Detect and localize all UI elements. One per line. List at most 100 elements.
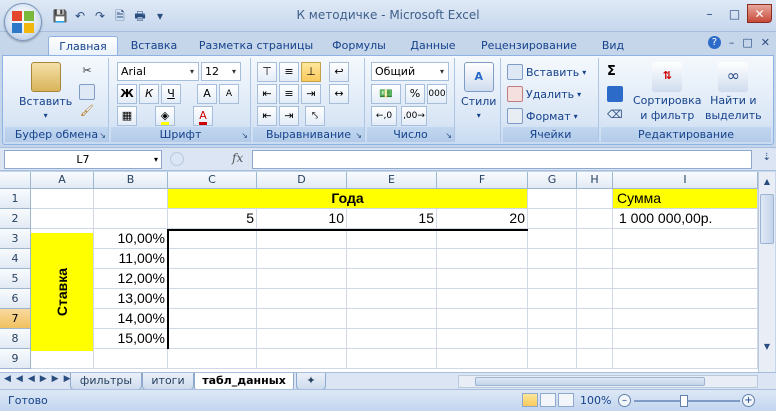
cell-e5[interactable] xyxy=(347,269,437,289)
minimize-button[interactable]: – xyxy=(697,4,722,23)
cell-d6[interactable] xyxy=(257,289,347,309)
cell-c3[interactable] xyxy=(168,229,257,249)
align-center-button[interactable]: ≡ xyxy=(279,84,299,104)
align-bottom-button[interactable]: ⊥ xyxy=(301,62,321,82)
year-cell[interactable]: 20 xyxy=(437,209,528,229)
cell-g9[interactable] xyxy=(528,349,577,369)
row-header-8[interactable]: 8 xyxy=(0,329,31,349)
rate-cell[interactable]: 15,00% xyxy=(94,329,168,349)
cell-h3[interactable] xyxy=(577,229,613,249)
paste-button[interactable]: Вставить ▾ xyxy=(19,62,72,120)
underline-button[interactable]: Ч xyxy=(161,84,181,104)
cell-h7[interactable] xyxy=(577,309,613,329)
wrap-text-button[interactable]: ↩ xyxy=(329,62,349,82)
zoom-level[interactable]: 100% xyxy=(580,394,611,407)
clear-icon[interactable]: ⌫ xyxy=(607,108,623,124)
cell-d5[interactable] xyxy=(257,269,347,289)
formula-bar-splitter-icon[interactable] xyxy=(170,152,184,166)
cell-h8[interactable] xyxy=(577,329,613,349)
column-header-b[interactable]: B xyxy=(94,172,168,189)
cell-b1[interactable] xyxy=(94,189,168,209)
years-title-cell[interactable]: Года xyxy=(168,189,528,209)
column-header-g[interactable]: G xyxy=(528,172,577,189)
orientation-button[interactable]: ⤣ xyxy=(305,106,325,126)
rate-cell[interactable]: 13,00% xyxy=(94,289,168,309)
zoom-slider-thumb[interactable] xyxy=(680,395,688,407)
cell-c6[interactable] xyxy=(168,289,257,309)
cell-g5[interactable] xyxy=(528,269,577,289)
year-cell[interactable]: 5 xyxy=(168,209,257,229)
tab-review[interactable]: Рецензирование xyxy=(474,36,584,56)
select-all-corner[interactable] xyxy=(0,172,31,189)
tab-formulas[interactable]: Формулы xyxy=(326,36,392,56)
cell-g3[interactable] xyxy=(528,229,577,249)
cell-f9[interactable] xyxy=(437,349,528,369)
align-left-button[interactable]: ⇤ xyxy=(257,84,277,104)
font-launcher-icon[interactable]: ↘ xyxy=(241,131,248,140)
scroll-down-icon[interactable]: ▼ xyxy=(760,339,774,354)
ribbon-minimize-icon[interactable]: – xyxy=(729,36,735,49)
cell-f4[interactable] xyxy=(437,249,528,269)
sheet-tab-filters[interactable]: фильтры xyxy=(70,373,142,390)
cell-e6[interactable] xyxy=(347,289,437,309)
cell-f6[interactable] xyxy=(437,289,528,309)
row-header-7[interactable]: 7 xyxy=(0,309,31,329)
merge-center-button[interactable]: ↔ xyxy=(329,84,349,104)
cell-i4[interactable] xyxy=(613,249,758,269)
fill-color-button[interactable]: ◈ xyxy=(155,106,175,126)
cell-d9[interactable] xyxy=(257,349,347,369)
cell-f8[interactable] xyxy=(437,329,528,349)
cell-c4[interactable] xyxy=(168,249,257,269)
cell-a9[interactable] xyxy=(31,349,94,369)
cell-h9[interactable] xyxy=(577,349,613,369)
increase-decimal-button[interactable]: ←,0 xyxy=(371,106,397,126)
column-header-h[interactable]: H xyxy=(577,172,613,189)
rate-cell[interactable]: 10,00% xyxy=(94,229,168,249)
autosum-icon[interactable]: Σ xyxy=(607,64,623,80)
format-painter-icon[interactable]: 🖌 xyxy=(79,104,95,120)
sheet-nav-icons[interactable]: ◀◀◀▶▶▶ xyxy=(4,374,76,384)
thousands-button[interactable]: 000 xyxy=(427,84,447,104)
cell-e9[interactable] xyxy=(347,349,437,369)
cell-i8[interactable] xyxy=(613,329,758,349)
help-icon[interactable]: ? xyxy=(707,36,721,49)
cell-d7[interactable] xyxy=(257,309,347,329)
cell-i5[interactable] xyxy=(613,269,758,289)
alignment-launcher-icon[interactable]: ↘ xyxy=(355,131,362,140)
page-layout-view-button[interactable] xyxy=(540,393,556,407)
cell-g2[interactable] xyxy=(528,209,577,229)
vertical-scrollbar[interactable]: ▲ ▼ xyxy=(758,172,775,372)
bold-button[interactable]: Ж xyxy=(117,84,137,104)
ribbon-close-icon[interactable]: ✕ xyxy=(761,36,770,49)
cell-i6[interactable] xyxy=(613,289,758,309)
cell-h5[interactable] xyxy=(577,269,613,289)
column-header-d[interactable]: D xyxy=(257,172,347,189)
number-launcher-icon[interactable]: ↘ xyxy=(445,131,452,140)
formula-input[interactable] xyxy=(252,150,752,169)
cell-h1[interactable] xyxy=(577,189,613,209)
column-header-c[interactable]: C xyxy=(168,172,257,189)
fill-icon[interactable] xyxy=(607,86,623,102)
cell-e4[interactable] xyxy=(347,249,437,269)
cell-d4[interactable] xyxy=(257,249,347,269)
decrease-indent-button[interactable]: ⇤ xyxy=(257,106,277,126)
cell-i9[interactable] xyxy=(613,349,758,369)
increase-indent-button[interactable]: ⇥ xyxy=(279,106,299,126)
year-cell[interactable]: 10 xyxy=(257,209,347,229)
normal-view-button[interactable] xyxy=(522,393,538,407)
column-header-a[interactable]: A xyxy=(31,172,94,189)
row-header-9[interactable]: 9 xyxy=(0,349,31,369)
number-format-combo[interactable]: Общий ▾ xyxy=(371,62,449,81)
tab-insert[interactable]: Вставка xyxy=(122,36,186,56)
year-cell[interactable]: 15 xyxy=(347,209,437,229)
insert-sheet-button[interactable]: ✦ xyxy=(296,373,326,390)
cell-f7[interactable] xyxy=(437,309,528,329)
name-box[interactable]: L7 ▾ xyxy=(4,150,162,169)
ribbon-restore-icon[interactable]: □ xyxy=(742,36,752,49)
vertical-scroll-thumb[interactable] xyxy=(760,194,774,244)
zoom-out-button[interactable]: – xyxy=(618,394,631,407)
cell-c8[interactable] xyxy=(168,329,257,349)
sum-value-cell[interactable]: 1 000 000,00р. xyxy=(613,209,758,229)
row-header-1[interactable]: 1 xyxy=(0,189,31,209)
horizontal-scrollbar[interactable] xyxy=(458,375,758,388)
